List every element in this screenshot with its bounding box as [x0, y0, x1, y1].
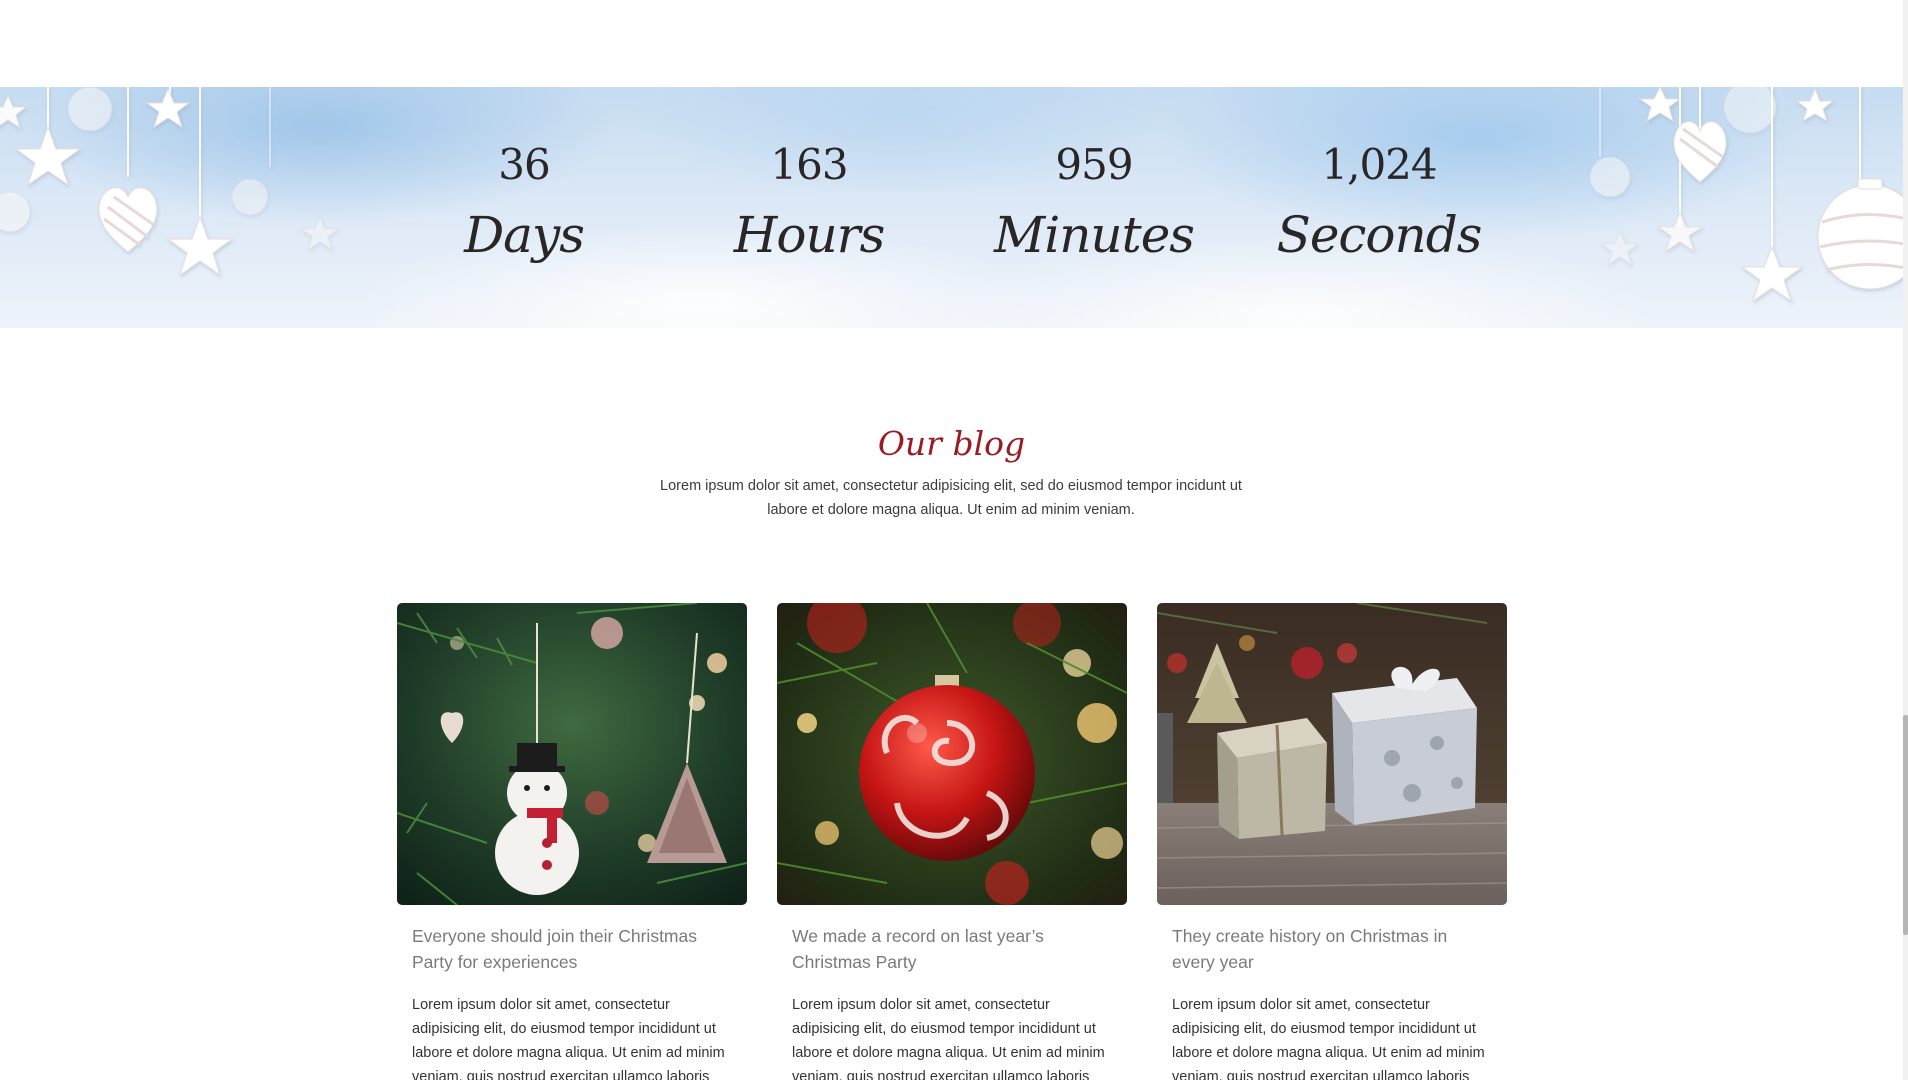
red-bauble-photo[interactable]: [777, 603, 1127, 905]
countdown-minutes-label: Minutes: [994, 206, 1195, 264]
countdown-days: 36 Days: [404, 87, 644, 264]
blog-post-title[interactable]: They create history on Christmas in ever…: [1172, 923, 1492, 975]
page: 36 Days 163 Hours 959 Minutes 1,024 Seco…: [0, 0, 1908, 1080]
blog-section-title: Our blog: [877, 424, 1026, 463]
blog-card[interactable]: They create history on Christmas in ever…: [1157, 603, 1507, 1080]
scrollbar-thumb[interactable]: [1903, 715, 1908, 935]
countdown-minutes-value: 959: [1055, 140, 1133, 189]
blog-post-excerpt: Lorem ipsum dolor sit amet, consectetur …: [1172, 997, 1485, 1080]
snowman-ornament-photo[interactable]: [397, 603, 747, 905]
blog-post-excerpt: Lorem ipsum dolor sit amet, consectetur …: [412, 997, 725, 1080]
countdown-days-label: Days: [464, 206, 585, 264]
blog-card[interactable]: Everyone should join their Christmas Par…: [397, 603, 747, 1080]
countdown-hours: 163 Hours: [689, 87, 929, 264]
countdown-hours-label: Hours: [733, 206, 885, 264]
countdown-section: 36 Days 163 Hours 959 Minutes 1,024 Seco…: [0, 87, 1903, 328]
countdown-seconds-value: 1,024: [1321, 140, 1437, 189]
countdown-seconds: 1,024 Seconds: [1259, 87, 1499, 264]
page-scrollbar[interactable]: [1903, 0, 1908, 1080]
countdown-seconds-label: Seconds: [1276, 206, 1483, 264]
countdown-days-value: 36: [498, 140, 550, 189]
blog-post-title[interactable]: Everyone should join their Christmas Par…: [412, 923, 732, 975]
blog-post-excerpt: Lorem ipsum dolor sit amet, consectetur …: [792, 997, 1105, 1080]
countdown-minutes: 959 Minutes: [974, 87, 1214, 264]
blog-card[interactable]: We made a record on last year’s Christma…: [777, 603, 1127, 1080]
hanging-ornaments-decoration: [0, 87, 1903, 303]
gift-boxes-photo[interactable]: [1157, 603, 1507, 905]
countdown-hours-value: 163: [770, 140, 848, 189]
blog-section-intro: Lorem ipsum dolor sit amet, consectetur …: [660, 478, 1242, 518]
blog-post-title[interactable]: We made a record on last year’s Christma…: [792, 923, 1112, 975]
